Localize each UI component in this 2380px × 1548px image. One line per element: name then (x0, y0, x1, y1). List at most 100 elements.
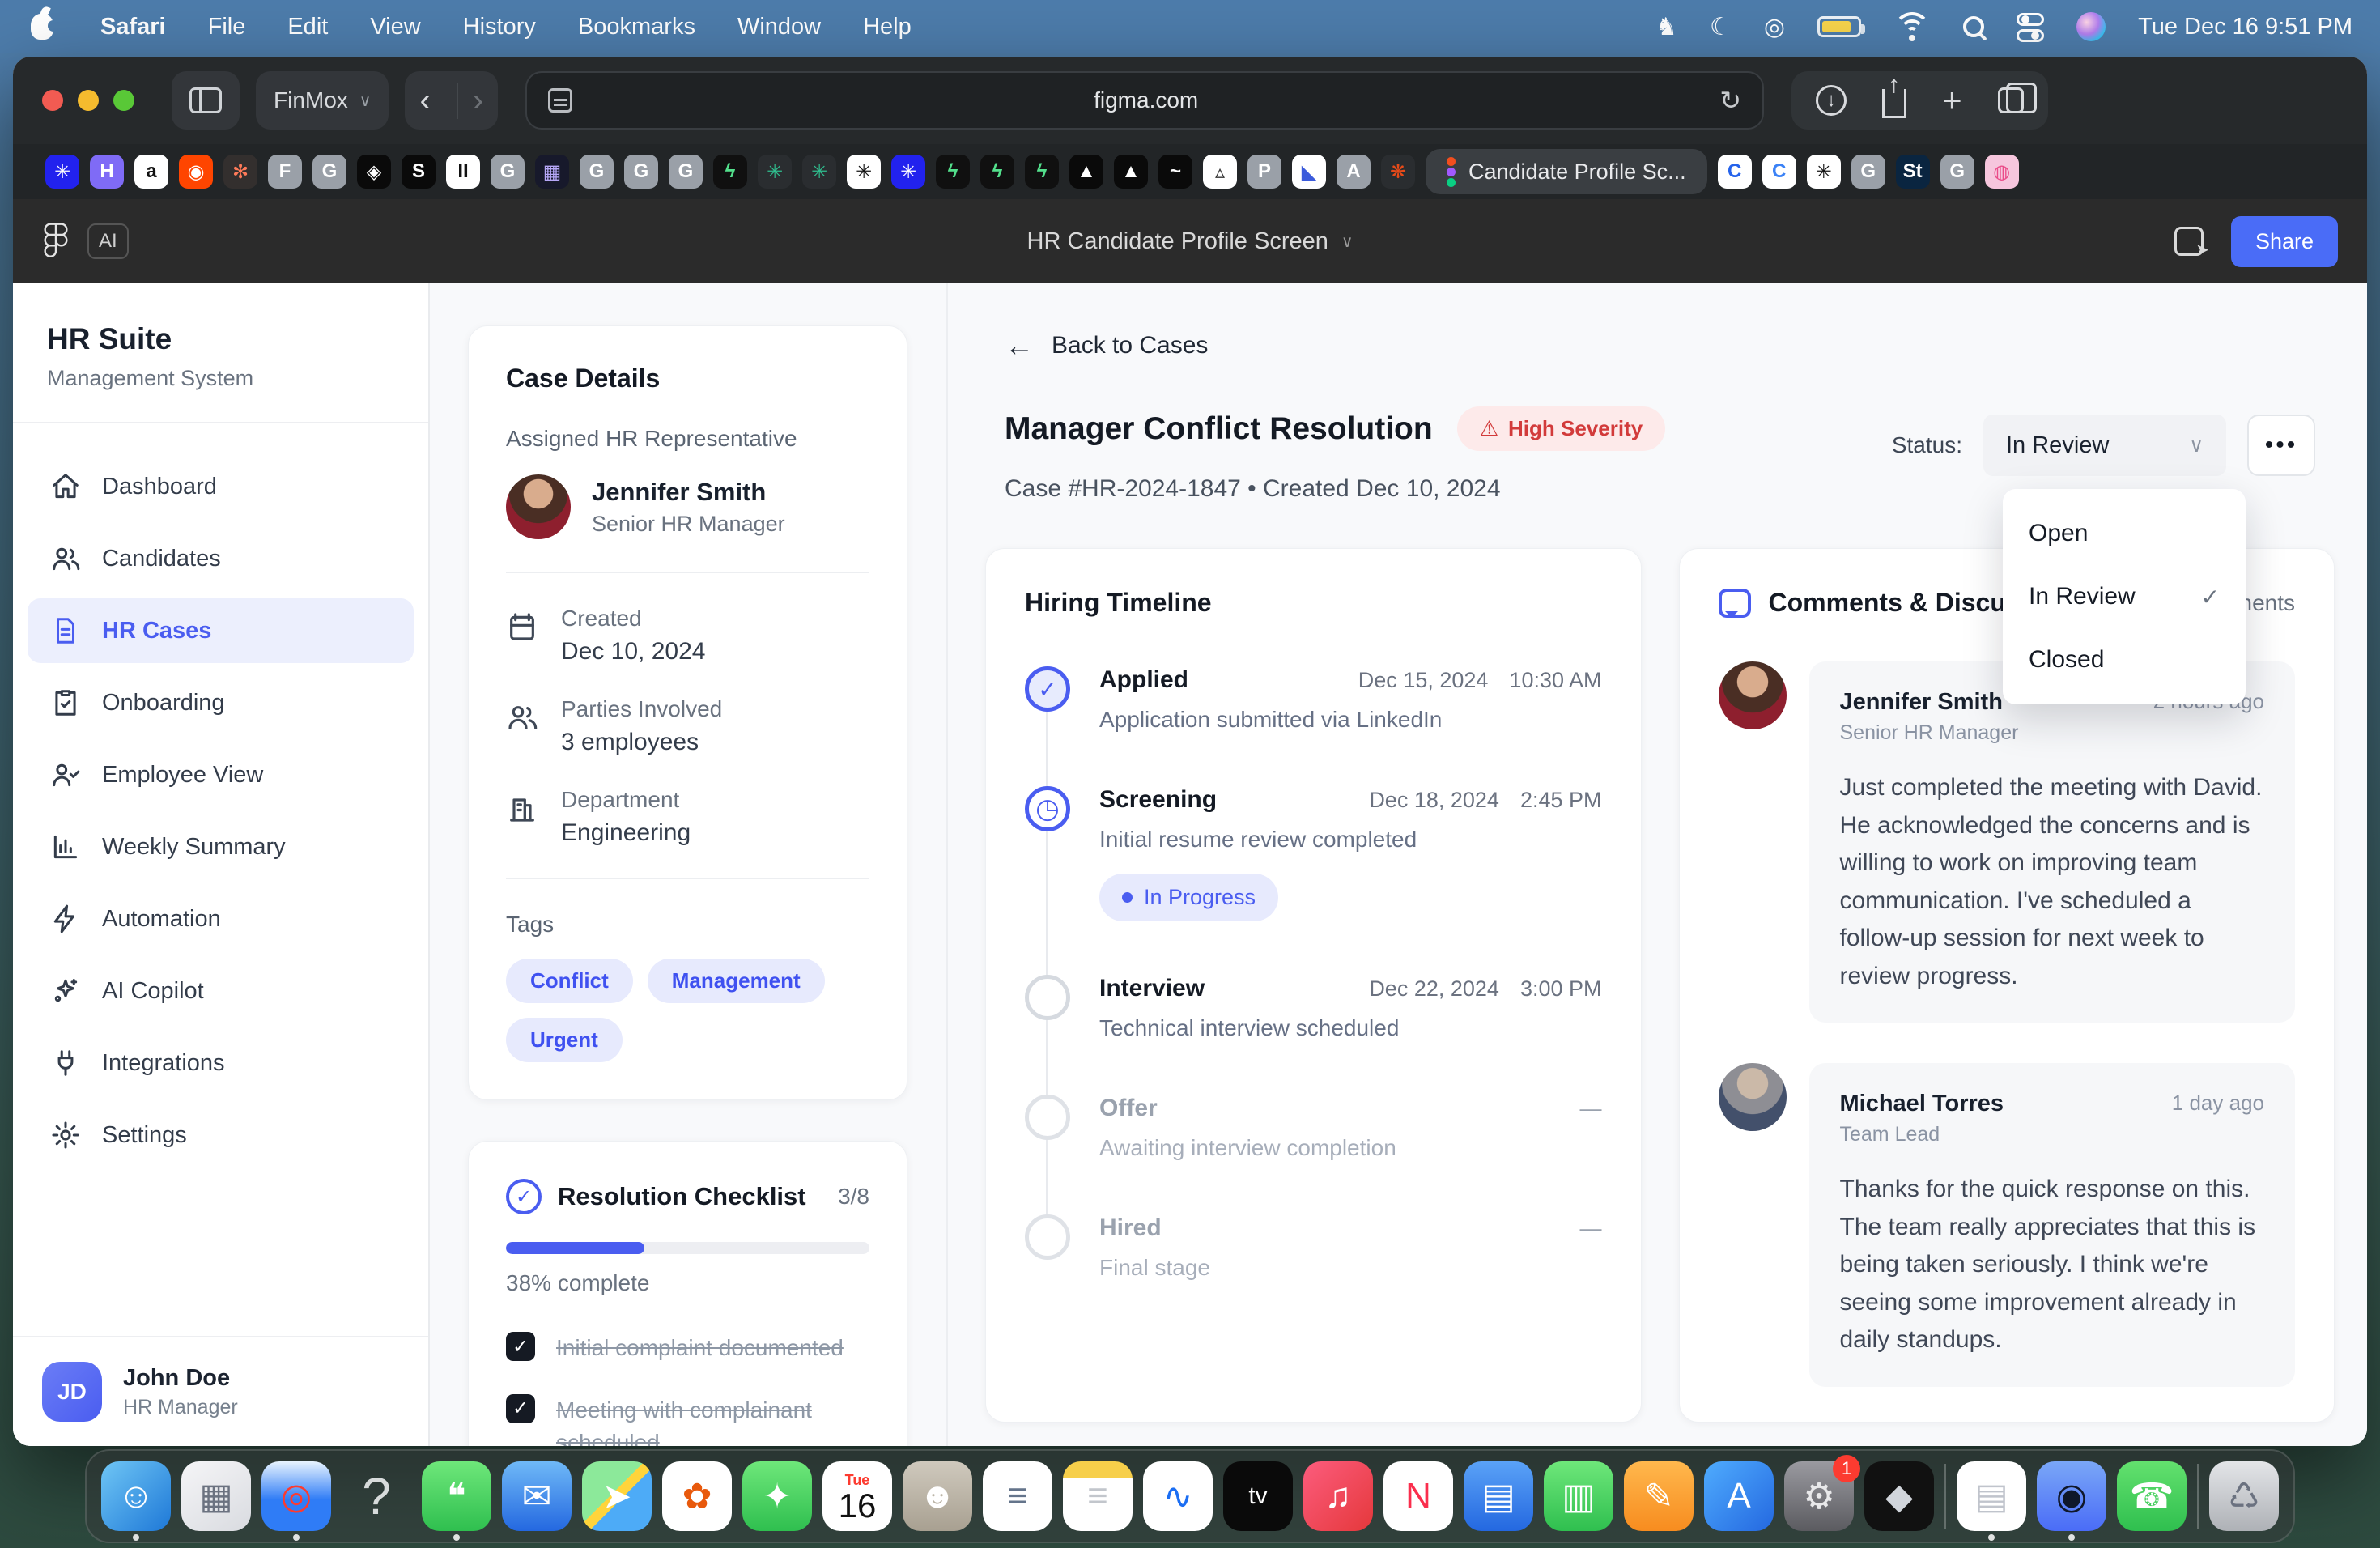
wifi-icon[interactable] (1893, 12, 1931, 41)
dock-icon-pages[interactable]: ✎ (1624, 1461, 1694, 1531)
bookmark-favicon[interactable]: ◉ (179, 155, 213, 189)
dock-icon-developer-app[interactable]: ◆ (1864, 1461, 1934, 1531)
bookmark-favicon[interactable]: ✳ (891, 155, 925, 189)
dock-icon-reminders[interactable]: ≡ (983, 1461, 1052, 1531)
bookmark-favicon[interactable]: ✳ (1807, 155, 1841, 189)
address-bar[interactable]: figma.com ↻ (525, 71, 1764, 130)
dock-icon-photos[interactable]: ✿ (662, 1461, 732, 1531)
bookmark-favicon[interactable]: ✳ (847, 155, 881, 189)
figma-file-title[interactable]: HR Candidate Profile Screen ∨ (1027, 228, 1354, 255)
menu-item-window[interactable]: Window (716, 14, 842, 40)
battery-icon[interactable] (1817, 16, 1861, 37)
bookmark-favicon[interactable]: G (669, 155, 703, 189)
bookmark-favicon[interactable]: C (1718, 155, 1752, 189)
menu-item-edit[interactable]: Edit (266, 14, 349, 40)
bookmark-favicon[interactable]: ▵ (1203, 155, 1237, 189)
bookmark-favicon[interactable]: G (1940, 155, 1974, 189)
sidebar-item-candidates[interactable]: Candidates (28, 526, 414, 591)
dock-icon-help[interactable]: ? (342, 1461, 411, 1531)
figma-share-button[interactable]: Share (2231, 216, 2338, 267)
spotlight-search-icon[interactable] (1963, 16, 1984, 37)
share-icon[interactable] (1882, 89, 1906, 118)
dock-icon-maps[interactable]: ➤ (582, 1461, 652, 1531)
dock-icon-finder[interactable]: ☺ (101, 1461, 171, 1531)
bookmark-favicon[interactable]: ▲ (1114, 155, 1148, 189)
bookmark-favicon[interactable]: F (268, 155, 302, 189)
bookmark-favicon[interactable]: ▦ (535, 155, 569, 189)
prototype-flow-icon[interactable] (2174, 227, 2204, 256)
page-layout-icon[interactable] (548, 88, 572, 113)
bookmark-favicon[interactable]: S (402, 155, 436, 189)
bookmark-favicon[interactable]: ~ (1158, 155, 1192, 189)
assigned-person[interactable]: Jennifer Smith Senior HR Manager (506, 474, 869, 539)
menu-item-view[interactable]: View (349, 14, 441, 40)
bookmark-favicon[interactable]: ✳ (758, 155, 792, 189)
menu-item-help[interactable]: Help (842, 14, 933, 40)
checklist-item[interactable]: ✓Meeting with complainant scheduled (506, 1394, 869, 1446)
checkbox-checked[interactable]: ✓ (506, 1332, 535, 1361)
dock-icon-launchpad[interactable]: ▦ (181, 1461, 251, 1531)
sidebar-item-settings[interactable]: Settings (28, 1103, 414, 1167)
dock-icon-facetime[interactable]: ✦ (742, 1461, 812, 1531)
dock-icon-freeform[interactable]: ∿ (1143, 1461, 1213, 1531)
bookmark-favicon[interactable]: ϟ (1025, 155, 1059, 189)
bookmark-favicon[interactable]: ϟ (936, 155, 970, 189)
dock-icon-document-app[interactable]: ▤ (1957, 1461, 2026, 1531)
new-tab-icon[interactable]: + (1942, 81, 1962, 120)
bookmark-favicon[interactable]: St (1896, 155, 1930, 189)
bookmark-favicon[interactable]: G (624, 155, 658, 189)
dock-icon-music[interactable]: ♫ (1303, 1461, 1373, 1531)
sidebar-item-weekly-summary[interactable]: Weekly Summary (28, 814, 414, 879)
dock-icon-safari[interactable]: ◎ (261, 1461, 331, 1531)
sidebar-item-ai-copilot[interactable]: AI Copilot (28, 959, 414, 1023)
bookmark-favicon[interactable]: ϟ (713, 155, 747, 189)
tag-urgent[interactable]: Urgent (506, 1018, 623, 1062)
dock-icon-phone[interactable]: ☎ (2117, 1461, 2187, 1531)
app-status-icon[interactable]: ♞ (1655, 13, 1677, 41)
dock-icon-trash[interactable]: ♺ (2209, 1461, 2279, 1531)
bookmark-favicon[interactable]: II (446, 155, 480, 189)
focus-moon-icon[interactable]: ☾ (1710, 13, 1732, 41)
sidebar-item-dashboard[interactable]: Dashboard (28, 454, 414, 519)
status-option-open[interactable]: Open (2003, 502, 2246, 565)
dock-icon-app-store[interactable]: A (1704, 1461, 1774, 1531)
downloads-icon[interactable]: ↓ (1816, 85, 1847, 116)
sidebar-user[interactable]: JD John Doe HR Manager (13, 1336, 428, 1446)
zoom-window-button[interactable] (113, 90, 134, 111)
control-center-icon[interactable] (2017, 13, 2044, 40)
bookmark-favicon[interactable]: ❋ (1381, 155, 1415, 189)
bookmark-favicon[interactable]: G (580, 155, 614, 189)
bookmark-favicon[interactable]: ▲ (1069, 155, 1103, 189)
tag-conflict[interactable]: Conflict (506, 959, 633, 1003)
bookmark-favicon[interactable]: P (1247, 155, 1281, 189)
forward-button[interactable]: › (457, 83, 498, 119)
bookmark-favicon[interactable]: C (1762, 155, 1796, 189)
bookmark-favicon[interactable]: ϟ (980, 155, 1014, 189)
status-option-closed[interactable]: Closed (2003, 628, 2246, 691)
sidebar-item-employee-view[interactable]: Employee View (28, 742, 414, 807)
back-to-cases-link[interactable]: ← Back to Cases (1005, 329, 2335, 363)
close-window-button[interactable] (42, 90, 63, 111)
airdrop-icon[interactable]: ◎ (1764, 13, 1785, 41)
status-select[interactable]: In Review ∨ (1983, 415, 2226, 476)
dock-icon-calendar[interactable]: Tue16 (822, 1461, 892, 1531)
dock-icon-mail[interactable]: ✉ (502, 1461, 572, 1531)
siri-icon[interactable] (2076, 12, 2106, 41)
sidebar-toggle-button[interactable] (172, 71, 240, 130)
bookmark-favicon[interactable]: H (90, 155, 124, 189)
figma-logo-icon[interactable] (42, 222, 70, 261)
checkbox-checked[interactable]: ✓ (506, 1394, 535, 1423)
tab-overview-icon[interactable] (1998, 87, 2024, 113)
bookmark-favicon[interactable]: G (312, 155, 346, 189)
sidebar-item-integrations[interactable]: Integrations (28, 1031, 414, 1095)
profile-switcher-button[interactable]: FinMox ∨ (256, 71, 389, 130)
bookmark-favicon[interactable]: A (1337, 155, 1371, 189)
sidebar-item-onboarding[interactable]: Onboarding (28, 670, 414, 735)
bookmark-favicon[interactable]: ✳ (45, 155, 79, 189)
dock-icon-numbers[interactable]: ▥ (1544, 1461, 1613, 1531)
figma-ai-badge[interactable]: AI (87, 223, 129, 259)
bookmark-favicon[interactable]: ◍ (1985, 155, 2019, 189)
dock-icon-camera-app[interactable]: ◉ (2037, 1461, 2106, 1531)
bookmark-favicon[interactable]: G (1851, 155, 1885, 189)
reload-icon[interactable]: ↻ (1719, 85, 1741, 116)
